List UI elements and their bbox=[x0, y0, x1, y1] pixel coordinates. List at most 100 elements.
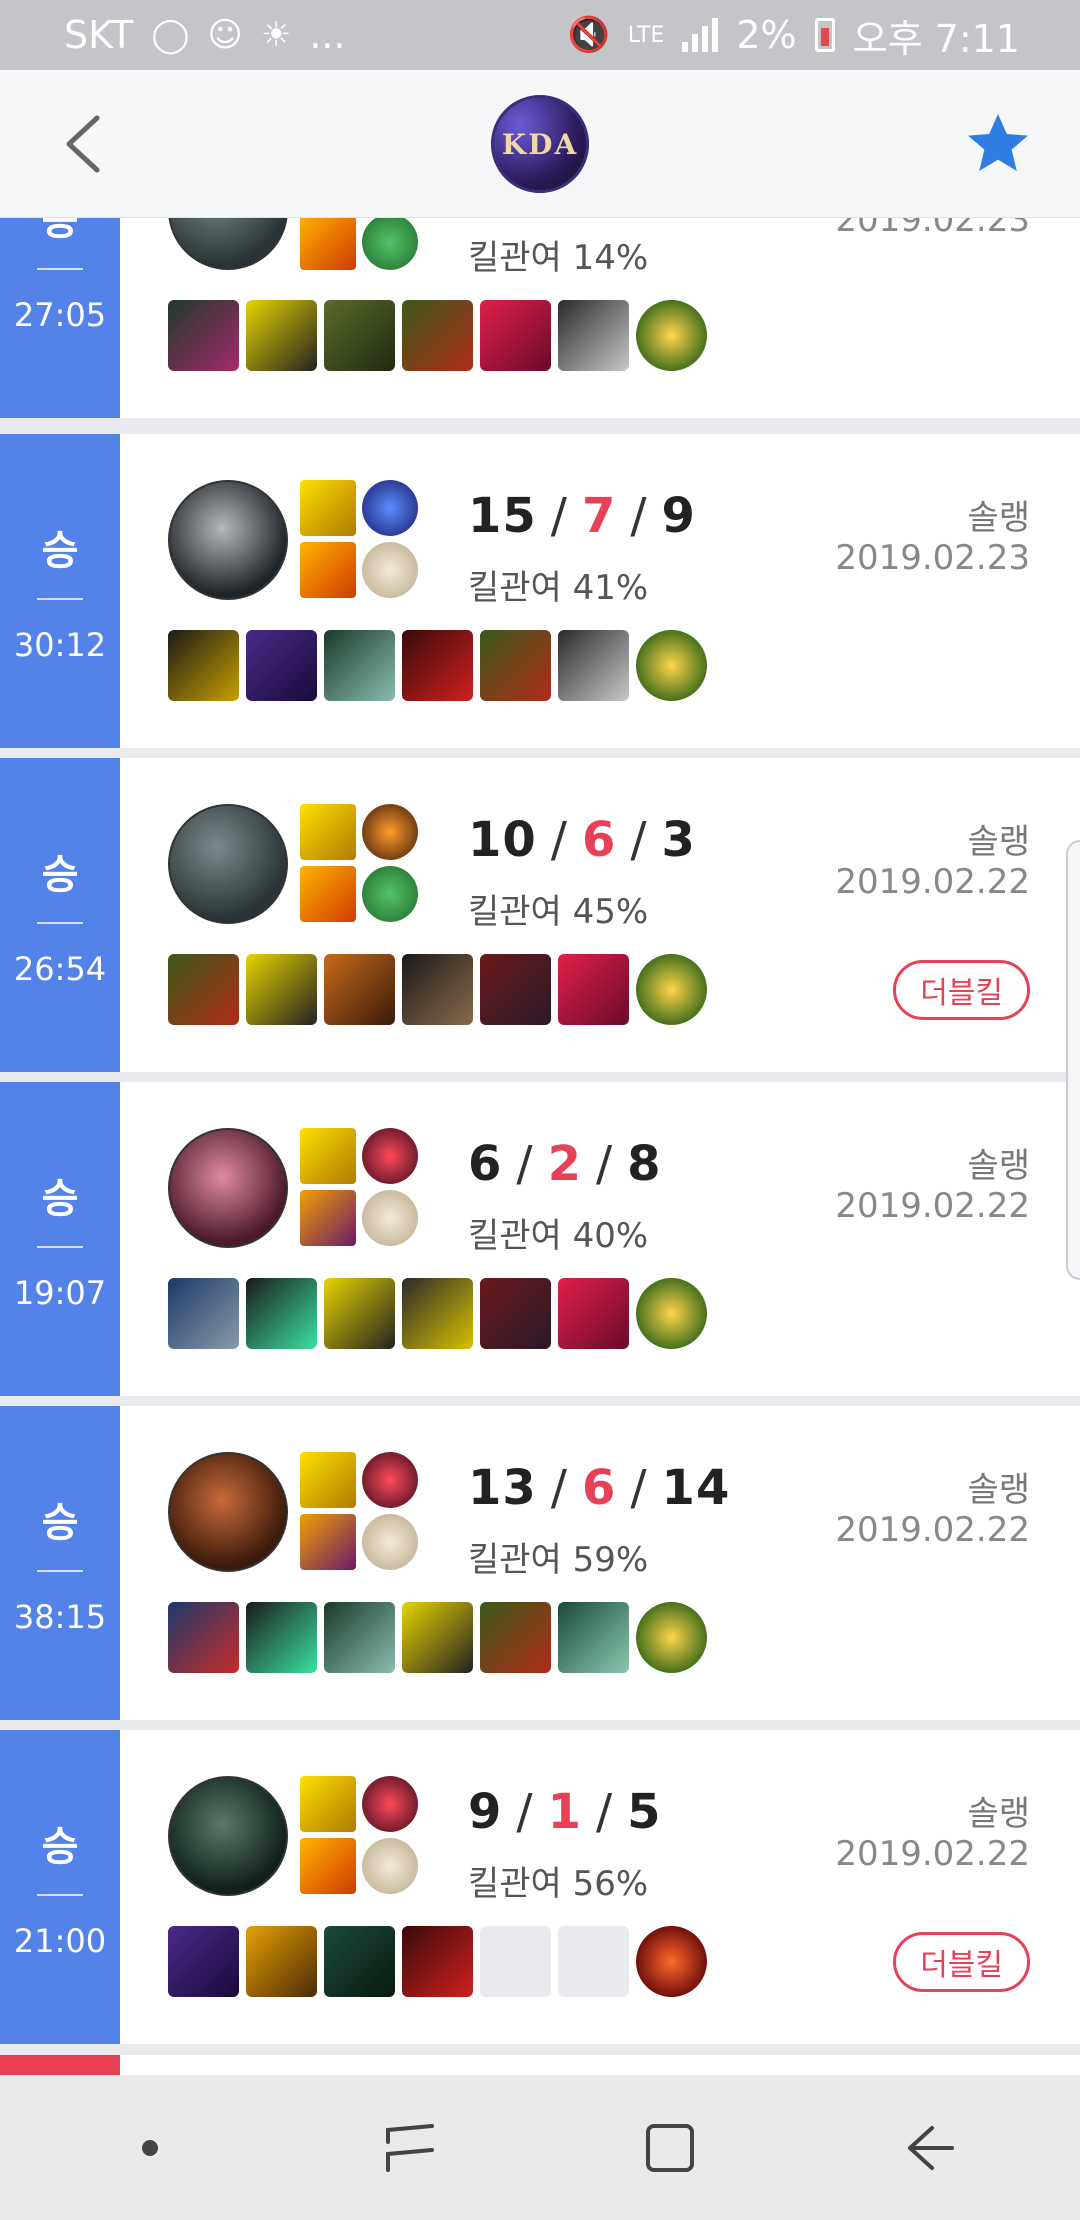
trinket-icon[interactable] bbox=[636, 630, 707, 701]
trinket-icon[interactable] bbox=[636, 1278, 707, 1349]
item-row bbox=[168, 954, 707, 1025]
champion-portrait[interactable] bbox=[168, 1128, 288, 1248]
favorite-button[interactable] bbox=[964, 110, 1032, 178]
side-panel-handle[interactable] bbox=[1066, 840, 1080, 1280]
item-icon[interactable] bbox=[558, 1602, 629, 1673]
recents-icon bbox=[386, 2123, 434, 2172]
item-icon[interactable] bbox=[324, 1602, 395, 1673]
item-icon[interactable] bbox=[246, 1602, 317, 1673]
recents-button[interactable] bbox=[360, 2098, 460, 2198]
queue-type: 솔랭 bbox=[967, 1146, 1030, 1186]
match-card[interactable]: 승 21:00 9/1/5 킬관여 56% 솔랭 2019.02.22 더블킬 bbox=[0, 1730, 1080, 2044]
pill-icon: ◯ bbox=[151, 15, 190, 55]
trinket-icon[interactable] bbox=[636, 1602, 707, 1673]
item-icon[interactable] bbox=[558, 1278, 629, 1349]
match-date: 2019.02.22 bbox=[835, 862, 1030, 902]
match-card[interactable]: 승 19:07 6/2/8 킬관여 40% 솔랭 2019.02.22 bbox=[0, 1082, 1080, 1396]
item-icon[interactable] bbox=[480, 1602, 551, 1673]
rune-icon bbox=[362, 218, 418, 270]
deaths: 2 bbox=[547, 1136, 582, 1192]
deaths: 1 bbox=[547, 1784, 582, 1840]
item-icon[interactable] bbox=[480, 300, 551, 371]
divider bbox=[37, 598, 83, 600]
match-card[interactable]: 승 38:15 13/6/14 킬관여 59% 솔랭 2019.02.22 bbox=[0, 1406, 1080, 1720]
battery-icon bbox=[814, 18, 835, 52]
item-row bbox=[168, 1278, 707, 1349]
back-button[interactable] bbox=[48, 106, 118, 182]
deaths: 6 bbox=[581, 812, 617, 868]
summoner-spell-icon bbox=[300, 1190, 356, 1246]
kills: 6 bbox=[468, 1136, 503, 1192]
multikill-badge: 더블킬 bbox=[893, 960, 1030, 1020]
next-match-card[interactable] bbox=[0, 2055, 1080, 2075]
match-list[interactable]: 승 27:05 킬관여 14% 2019.02.23 승 30:12 15 / … bbox=[0, 218, 1080, 2075]
duration-label: 19:07 bbox=[13, 1274, 107, 1312]
champion-portrait[interactable] bbox=[168, 1776, 288, 1896]
item-icon[interactable] bbox=[480, 630, 551, 701]
champion-portrait[interactable] bbox=[168, 218, 288, 270]
carrier-label: SKT bbox=[64, 13, 134, 57]
match-card[interactable]: 승 30:12 15/7/9 킬관여 41% 솔랭 2019.02.23 bbox=[0, 434, 1080, 748]
home-icon bbox=[646, 2123, 694, 2172]
item-icon[interactable] bbox=[324, 1926, 395, 1997]
trinket-icon[interactable] bbox=[636, 300, 707, 371]
item-icon[interactable] bbox=[324, 630, 395, 701]
item-icon[interactable] bbox=[324, 1278, 395, 1349]
item-icon[interactable] bbox=[402, 1926, 473, 1997]
result-label: 승 bbox=[41, 852, 79, 898]
result-label: 승 bbox=[41, 1176, 79, 1222]
item-icon[interactable] bbox=[402, 300, 473, 371]
item-icon[interactable] bbox=[168, 1926, 239, 1997]
item-icon[interactable] bbox=[246, 630, 317, 701]
app-header: KDA bbox=[0, 70, 1080, 218]
trinket-icon[interactable] bbox=[636, 1926, 707, 1997]
item-icon[interactable] bbox=[324, 300, 395, 371]
champion-portrait[interactable] bbox=[168, 804, 288, 924]
match-date: 2019.02.22 bbox=[835, 1834, 1030, 1874]
queue-type: 솔랭 bbox=[967, 1794, 1030, 1834]
item-icon[interactable] bbox=[168, 1602, 239, 1673]
kda-score: 10/6/3 bbox=[468, 812, 696, 868]
match-card[interactable]: 승 26:54 10/6/3 킬관여 45% 솔랭 2019.02.22 더블킬 bbox=[0, 758, 1080, 1072]
champion-portrait[interactable] bbox=[168, 1452, 288, 1572]
item-icon[interactable] bbox=[246, 954, 317, 1025]
battery-percent: 2% bbox=[736, 13, 797, 57]
dot-icon bbox=[142, 2139, 158, 2156]
match-date: 2019.02.22 bbox=[835, 1186, 1030, 1226]
item-icon[interactable] bbox=[168, 1278, 239, 1349]
rune-icon bbox=[362, 1776, 418, 1832]
item-icon[interactable] bbox=[246, 300, 317, 371]
result-label: 승 bbox=[41, 528, 79, 574]
kill-participation: 킬관여 56% bbox=[468, 1864, 649, 1904]
item-icon[interactable] bbox=[168, 954, 239, 1025]
item-icon[interactable] bbox=[402, 1278, 473, 1349]
result-label: 승 bbox=[41, 1500, 79, 1546]
duration-label: 38:15 bbox=[13, 1598, 107, 1636]
rune-icon bbox=[362, 866, 418, 922]
kills: 10 bbox=[468, 812, 537, 868]
nav-dot-button[interactable] bbox=[100, 2098, 200, 2198]
item-icon[interactable] bbox=[168, 300, 239, 371]
item-icon[interactable] bbox=[402, 1602, 473, 1673]
item-icon[interactable] bbox=[246, 1926, 317, 1997]
home-button[interactable] bbox=[620, 2098, 720, 2198]
queue-type: 솔랭 bbox=[967, 1470, 1030, 1510]
item-icon[interactable] bbox=[480, 954, 551, 1025]
duration-label: 30:12 bbox=[13, 626, 107, 664]
item-icon[interactable] bbox=[246, 1278, 317, 1349]
item-icon[interactable] bbox=[168, 630, 239, 701]
trinket-icon[interactable] bbox=[636, 954, 707, 1025]
match-card[interactable]: 승 27:05 킬관여 14% 2019.02.23 bbox=[0, 218, 1080, 418]
kills: 9 bbox=[468, 1784, 503, 1840]
item-icon[interactable] bbox=[402, 954, 473, 1025]
champion-portrait[interactable] bbox=[168, 480, 288, 600]
system-back-button[interactable] bbox=[880, 2098, 980, 2198]
item-icon[interactable] bbox=[324, 954, 395, 1025]
item-icon[interactable] bbox=[480, 1278, 551, 1349]
item-icon[interactable] bbox=[558, 954, 629, 1025]
rune-icon bbox=[362, 1514, 418, 1570]
item-icon[interactable] bbox=[558, 300, 629, 371]
kda-score: 15/7/9 bbox=[468, 488, 696, 544]
item-icon[interactable] bbox=[402, 630, 473, 701]
item-icon[interactable] bbox=[558, 630, 629, 701]
